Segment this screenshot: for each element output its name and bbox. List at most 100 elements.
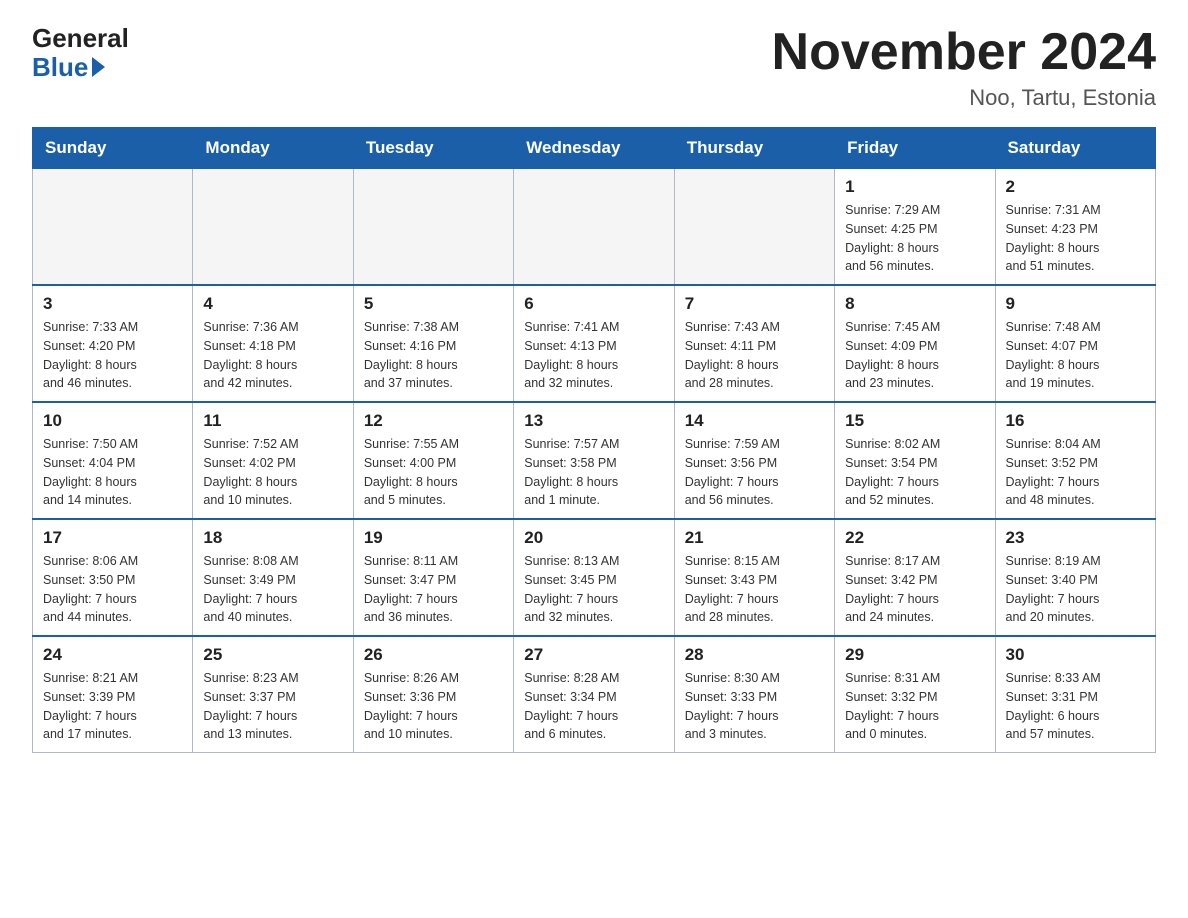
day-info: Sunrise: 8:26 AM Sunset: 3:36 PM Dayligh… — [364, 669, 503, 744]
logo-triangle-icon — [92, 57, 105, 77]
logo-general-text: General — [32, 24, 129, 53]
day-number: 11 — [203, 411, 342, 431]
header-wednesday: Wednesday — [514, 128, 674, 169]
day-info: Sunrise: 7:31 AM Sunset: 4:23 PM Dayligh… — [1006, 201, 1145, 276]
calendar-cell: 10 Sunrise: 7:50 AM Sunset: 4:04 PM Dayli… — [33, 402, 193, 519]
calendar-cell: 23Sunrise: 8:19 AM Sunset: 3:40 PM Dayli… — [995, 519, 1155, 636]
day-number: 2 — [1006, 177, 1145, 197]
day-number: 17 — [43, 528, 182, 548]
day-info: Sunrise: 7:59 AM Sunset: 3:56 PM Dayligh… — [685, 435, 824, 510]
calendar-week-row-4: 17 Sunrise: 8:06 AM Sunset: 3:50 PM Dayli… — [33, 519, 1156, 636]
calendar-cell: 6 Sunrise: 7:41 AM Sunset: 4:13 PM Daylig… — [514, 285, 674, 402]
day-number: 3 — [43, 294, 182, 314]
calendar-cell: 4 Sunrise: 7:36 AM Sunset: 4:18 PM Daylig… — [193, 285, 353, 402]
calendar-cell: 14 Sunrise: 7:59 AM Sunset: 3:56 PM Dayli… — [674, 402, 834, 519]
day-info: Sunrise: 7:55 AM Sunset: 4:00 PM Dayligh… — [364, 435, 503, 510]
calendar-cell — [33, 169, 193, 286]
calendar-cell: 29 Sunrise: 8:31 AM Sunset: 3:32 PM Dayli… — [835, 636, 995, 753]
calendar-cell: 11 Sunrise: 7:52 AM Sunset: 4:02 PM Dayli… — [193, 402, 353, 519]
day-number: 20 — [524, 528, 663, 548]
weekday-header-row: Sunday Monday Tuesday Wednesday Thursday… — [33, 128, 1156, 169]
calendar-table: Sunday Monday Tuesday Wednesday Thursday… — [32, 127, 1156, 753]
day-number: 12 — [364, 411, 503, 431]
logo-blue-text: Blue — [32, 53, 105, 82]
day-info: Sunrise: 8:21 AM Sunset: 3:39 PM Dayligh… — [43, 669, 182, 744]
day-number: 8 — [845, 294, 984, 314]
calendar-cell: 28 Sunrise: 8:30 AM Sunset: 3:33 PM Dayli… — [674, 636, 834, 753]
day-info: Sunrise: 8:15 AM Sunset: 3:43 PM Dayligh… — [685, 552, 824, 627]
calendar-cell: 12 Sunrise: 7:55 AM Sunset: 4:00 PM Dayli… — [353, 402, 513, 519]
calendar-cell: 18 Sunrise: 8:08 AM Sunset: 3:49 PM Dayli… — [193, 519, 353, 636]
calendar-cell: 17 Sunrise: 8:06 AM Sunset: 3:50 PM Dayli… — [33, 519, 193, 636]
month-title: November 2024 — [772, 24, 1156, 81]
calendar-cell: 25Sunrise: 8:23 AM Sunset: 3:37 PM Dayli… — [193, 636, 353, 753]
day-info: Sunrise: 8:08 AM Sunset: 3:49 PM Dayligh… — [203, 552, 342, 627]
day-number: 18 — [203, 528, 342, 548]
day-number: 22 — [845, 528, 984, 548]
day-info: Sunrise: 7:38 AM Sunset: 4:16 PM Dayligh… — [364, 318, 503, 393]
day-number: 7 — [685, 294, 824, 314]
day-info: Sunrise: 8:17 AM Sunset: 3:42 PM Dayligh… — [845, 552, 984, 627]
day-number: 9 — [1006, 294, 1145, 314]
day-info: Sunrise: 7:29 AM Sunset: 4:25 PM Dayligh… — [845, 201, 984, 276]
calendar-cell — [193, 169, 353, 286]
day-info: Sunrise: 8:30 AM Sunset: 3:33 PM Dayligh… — [685, 669, 824, 744]
day-number: 26 — [364, 645, 503, 665]
calendar-cell: 22 Sunrise: 8:17 AM Sunset: 3:42 PM Dayli… — [835, 519, 995, 636]
day-number: 19 — [364, 528, 503, 548]
day-number: 21 — [685, 528, 824, 548]
day-info: Sunrise: 8:31 AM Sunset: 3:32 PM Dayligh… — [845, 669, 984, 744]
calendar-week-row-3: 10 Sunrise: 7:50 AM Sunset: 4:04 PM Dayli… — [33, 402, 1156, 519]
calendar-cell — [674, 169, 834, 286]
calendar-cell: 19 Sunrise: 8:11 AM Sunset: 3:47 PM Dayli… — [353, 519, 513, 636]
day-info: Sunrise: 7:50 AM Sunset: 4:04 PM Dayligh… — [43, 435, 182, 510]
day-info: Sunrise: 8:19 AM Sunset: 3:40 PM Dayligh… — [1006, 552, 1145, 627]
day-number: 1 — [845, 177, 984, 197]
day-info: Sunrise: 8:04 AM Sunset: 3:52 PM Dayligh… — [1006, 435, 1145, 510]
calendar-cell: 7Sunrise: 7:43 AM Sunset: 4:11 PM Daylig… — [674, 285, 834, 402]
header-monday: Monday — [193, 128, 353, 169]
day-number: 6 — [524, 294, 663, 314]
header-thursday: Thursday — [674, 128, 834, 169]
calendar-cell: 8Sunrise: 7:45 AM Sunset: 4:09 PM Daylig… — [835, 285, 995, 402]
calendar-cell: 26 Sunrise: 8:26 AM Sunset: 3:36 PM Dayli… — [353, 636, 513, 753]
day-number: 13 — [524, 411, 663, 431]
day-number: 24 — [43, 645, 182, 665]
day-info: Sunrise: 8:13 AM Sunset: 3:45 PM Dayligh… — [524, 552, 663, 627]
day-number: 10 — [43, 411, 182, 431]
calendar-cell — [514, 169, 674, 286]
day-info: Sunrise: 7:41 AM Sunset: 4:13 PM Dayligh… — [524, 318, 663, 393]
day-info: Sunrise: 8:06 AM Sunset: 3:50 PM Dayligh… — [43, 552, 182, 627]
day-info: Sunrise: 8:28 AM Sunset: 3:34 PM Dayligh… — [524, 669, 663, 744]
calendar-cell: 27 Sunrise: 8:28 AM Sunset: 3:34 PM Dayli… — [514, 636, 674, 753]
day-info: Sunrise: 8:23 AM Sunset: 3:37 PM Dayligh… — [203, 669, 342, 744]
calendar-cell: 3 Sunrise: 7:33 AM Sunset: 4:20 PM Daylig… — [33, 285, 193, 402]
day-number: 27 — [524, 645, 663, 665]
calendar-cell: 24 Sunrise: 8:21 AM Sunset: 3:39 PM Dayli… — [33, 636, 193, 753]
header-saturday: Saturday — [995, 128, 1155, 169]
day-number: 30 — [1006, 645, 1145, 665]
header-friday: Friday — [835, 128, 995, 169]
calendar-cell: 16Sunrise: 8:04 AM Sunset: 3:52 PM Dayli… — [995, 402, 1155, 519]
day-info: Sunrise: 8:02 AM Sunset: 3:54 PM Dayligh… — [845, 435, 984, 510]
calendar-week-row-5: 24 Sunrise: 8:21 AM Sunset: 3:39 PM Dayli… — [33, 636, 1156, 753]
title-block: November 2024 Noo, Tartu, Estonia — [772, 24, 1156, 111]
day-info: Sunrise: 7:52 AM Sunset: 4:02 PM Dayligh… — [203, 435, 342, 510]
day-info: Sunrise: 8:33 AM Sunset: 3:31 PM Dayligh… — [1006, 669, 1145, 744]
location-title: Noo, Tartu, Estonia — [772, 85, 1156, 111]
calendar-week-row-1: 1 Sunrise: 7:29 AM Sunset: 4:25 PM Daylig… — [33, 169, 1156, 286]
day-info: Sunrise: 7:57 AM Sunset: 3:58 PM Dayligh… — [524, 435, 663, 510]
day-number: 29 — [845, 645, 984, 665]
day-number: 5 — [364, 294, 503, 314]
day-info: Sunrise: 7:33 AM Sunset: 4:20 PM Dayligh… — [43, 318, 182, 393]
calendar-cell: 1 Sunrise: 7:29 AM Sunset: 4:25 PM Daylig… — [835, 169, 995, 286]
day-number: 4 — [203, 294, 342, 314]
calendar-cell: 15Sunrise: 8:02 AM Sunset: 3:54 PM Dayli… — [835, 402, 995, 519]
day-number: 14 — [685, 411, 824, 431]
calendar-cell: 30 Sunrise: 8:33 AM Sunset: 3:31 PM Dayli… — [995, 636, 1155, 753]
header-sunday: Sunday — [33, 128, 193, 169]
calendar-cell: 20 Sunrise: 8:13 AM Sunset: 3:45 PM Dayli… — [514, 519, 674, 636]
day-info: Sunrise: 7:36 AM Sunset: 4:18 PM Dayligh… — [203, 318, 342, 393]
day-number: 28 — [685, 645, 824, 665]
day-info: Sunrise: 8:11 AM Sunset: 3:47 PM Dayligh… — [364, 552, 503, 627]
